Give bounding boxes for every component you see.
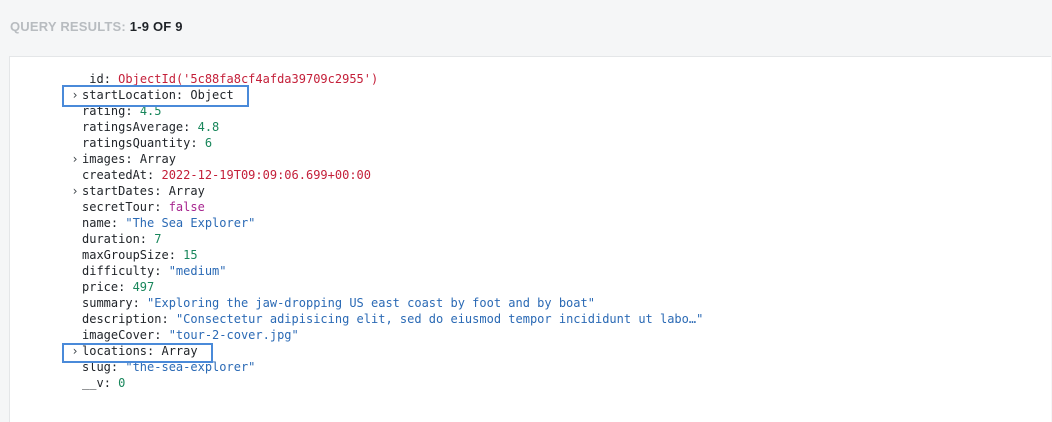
field-key: locations bbox=[82, 344, 148, 358]
field-separator: : bbox=[175, 88, 191, 102]
field-row-images[interactable]: › images: Array bbox=[68, 151, 703, 167]
field-value: ObjectId('5c88fa8cf4afda39709c2955') bbox=[118, 72, 379, 86]
field-row-createdat: createdAt: 2022-12-19T09:09:06.699+00:00 bbox=[68, 167, 703, 183]
field-row-slug: slug: "the-sea-explorer" bbox=[68, 359, 703, 375]
field-value: "Consectetur adipisicing elit, sed do ei… bbox=[175, 312, 704, 326]
field-separator: : bbox=[132, 296, 148, 310]
field-separator: : bbox=[154, 184, 169, 198]
field-separator: : bbox=[125, 104, 140, 118]
field-row-startdates[interactable]: › startDates: Array bbox=[68, 183, 703, 199]
field-separator: : bbox=[110, 216, 126, 230]
field-separator: : bbox=[190, 136, 205, 150]
field-row-price: price: 497 bbox=[68, 279, 703, 295]
field-key: imageCover bbox=[82, 328, 155, 342]
field-key: ratingsQuantity bbox=[82, 136, 191, 150]
field-value: Array bbox=[168, 184, 205, 198]
query-results-count: 1-9 OF 9 bbox=[129, 19, 183, 34]
field-value: "The Sea Explorer" bbox=[125, 216, 256, 230]
field-key: startDates bbox=[82, 184, 155, 198]
chevron-right-icon[interactable]: › bbox=[70, 343, 80, 359]
field-separator: : bbox=[154, 264, 169, 278]
field-value: "the-sea-explorer" bbox=[125, 360, 256, 374]
field-value: "tour-2-cover.jpg" bbox=[168, 328, 299, 342]
field-row-ratingsquantity: ratingsQuantity: 6 bbox=[68, 135, 703, 151]
field-value: 6 bbox=[204, 136, 213, 150]
field-key: duration bbox=[82, 232, 140, 246]
document-field-list: _id: ObjectId('5c88fa8cf4afda39709c2955'… bbox=[68, 71, 703, 391]
field-separator: : bbox=[183, 120, 198, 134]
chevron-right-icon[interactable]: › bbox=[70, 183, 80, 199]
field-value: "medium" bbox=[168, 264, 227, 278]
field-row-rating: rating: 4.5 bbox=[68, 103, 703, 119]
field-row-imagecover: imageCover: "tour-2-cover.jpg" bbox=[68, 327, 703, 343]
field-value: 15 bbox=[183, 248, 198, 262]
document-card[interactable]: _id: ObjectId('5c88fa8cf4afda39709c2955'… bbox=[9, 56, 1051, 422]
field-value: Array bbox=[161, 344, 198, 358]
field-key: summary bbox=[82, 296, 133, 310]
field-separator: : bbox=[139, 232, 155, 246]
field-key: slug bbox=[82, 360, 111, 374]
chevron-right-icon[interactable]: › bbox=[70, 87, 80, 103]
field-value: 0 bbox=[118, 376, 126, 390]
field-key: price bbox=[82, 280, 119, 294]
query-results-header: QUERY RESULTS: 1-9 OF 9 bbox=[10, 19, 183, 34]
field-value: 497 bbox=[132, 280, 155, 294]
field-row-summary: summary: "Exploring the jaw-dropping US … bbox=[68, 295, 703, 311]
field-row-ratingsaverage: ratingsAverage: 4.8 bbox=[68, 119, 703, 135]
field-value: "Exploring the jaw-dropping US east coas… bbox=[147, 296, 595, 310]
field-value: 4.5 bbox=[139, 104, 162, 118]
chevron-right-icon[interactable]: › bbox=[70, 151, 80, 167]
field-separator: : bbox=[147, 168, 162, 182]
field-row-maxgroupsize: maxGroupSize: 15 bbox=[68, 247, 703, 263]
field-key: _id bbox=[82, 72, 104, 86]
field-row-id: _id: ObjectId('5c88fa8cf4afda39709c2955'… bbox=[68, 71, 703, 87]
field-value: Array bbox=[139, 152, 176, 166]
field-value: 7 bbox=[154, 232, 162, 246]
field-separator: : bbox=[103, 376, 119, 390]
field-separator: : bbox=[147, 344, 162, 358]
field-separator: : bbox=[110, 360, 126, 374]
field-separator: : bbox=[118, 280, 133, 294]
field-row-duration: duration: 7 bbox=[68, 231, 703, 247]
field-key: images bbox=[82, 152, 126, 166]
field-separator: : bbox=[154, 328, 169, 342]
query-results-label: QUERY RESULTS: bbox=[10, 19, 126, 34]
field-separator: : bbox=[103, 72, 119, 86]
field-separator: : bbox=[168, 248, 184, 262]
field-key: createdAt bbox=[82, 168, 148, 182]
field-row-v: __v: 0 bbox=[68, 375, 703, 391]
field-row-difficulty: difficulty: "medium" bbox=[68, 263, 703, 279]
field-key: __v bbox=[82, 376, 104, 390]
field-row-description: description: "Consectetur adipisicing el… bbox=[68, 311, 703, 327]
field-row-locations[interactable]: › locations: Array bbox=[68, 343, 703, 359]
field-separator: : bbox=[161, 312, 176, 326]
field-row-name: name: "The Sea Explorer" bbox=[68, 215, 703, 231]
field-key: name bbox=[82, 216, 111, 230]
field-row-startlocation[interactable]: › startLocation: Object bbox=[68, 87, 703, 103]
field-key: rating bbox=[82, 104, 126, 118]
field-value: false bbox=[168, 200, 205, 214]
field-key: description bbox=[82, 312, 162, 326]
field-value: 4.8 bbox=[197, 120, 220, 134]
field-key: startLocation bbox=[82, 88, 176, 102]
field-value: Object bbox=[190, 88, 234, 102]
field-value: 2022-12-19T09:09:06.699+00:00 bbox=[161, 168, 371, 182]
field-key: ratingsAverage bbox=[82, 120, 184, 134]
field-separator: : bbox=[154, 200, 169, 214]
field-key: maxGroupSize bbox=[82, 248, 169, 262]
field-key: secretTour bbox=[82, 200, 155, 214]
field-key: difficulty bbox=[82, 264, 155, 278]
field-row-secrettour: secretTour: false bbox=[68, 199, 703, 215]
field-separator: : bbox=[125, 152, 140, 166]
